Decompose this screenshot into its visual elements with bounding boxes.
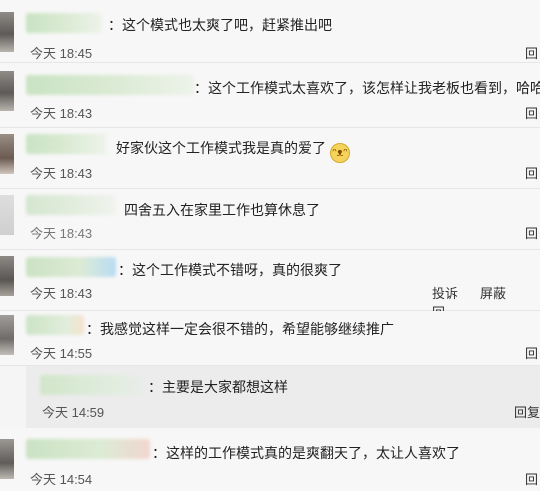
avatar[interactable] xyxy=(0,256,14,296)
sub-reply-item: ：主要是大家都想这样 今天 14:59 回复 xyxy=(26,366,540,428)
reply-button[interactable]: 回 xyxy=(525,469,538,488)
username-blurred[interactable] xyxy=(26,75,194,95)
comment-item: ：我感觉这样一定会很不错的，希望能够继续推广 今天 14:55 回 xyxy=(0,311,540,366)
username-blurred[interactable] xyxy=(26,439,150,459)
comment-text-body: 好家伙这个工作模式我是真的爱了 xyxy=(116,140,326,156)
avatar[interactable] xyxy=(0,12,14,52)
comment-time: 今天 18:43 xyxy=(30,226,93,241)
reply-button[interactable]: 回 xyxy=(525,163,538,182)
comment-time: 今天 18:43 xyxy=(30,106,93,121)
avatar[interactable] xyxy=(0,439,14,479)
comment-text: ：这个模式也太爽了吧，赶紧推出吧 xyxy=(108,17,332,33)
comment-time: 今天 14:55 xyxy=(30,346,93,361)
block-button[interactable]: 屏蔽 xyxy=(480,286,506,301)
comment-text: 好家伙这个工作模式我是真的爱了 ᵔᴥᵔ xyxy=(116,138,350,163)
comment-text: ：这个工作模式不错呀，真的很爽了 xyxy=(118,262,342,278)
username-blurred[interactable] xyxy=(26,195,116,215)
reply-button[interactable]: 回复 xyxy=(514,402,540,421)
avatar[interactable] xyxy=(0,71,14,111)
username-blurred[interactable] xyxy=(26,257,116,277)
comment-item: 好家伙这个工作模式我是真的爱了 ᵔᴥᵔ 今天 18:43 回 xyxy=(0,128,540,189)
comment-time: 今天 14:59 xyxy=(42,405,105,420)
username-blurred[interactable] xyxy=(40,375,150,395)
reply-button[interactable]: 回 xyxy=(525,103,538,122)
comment-item: ：这个工作模式太喜欢了，该怎样让我老板也看到，哈哈 今天 18:43 回 xyxy=(0,63,540,128)
comment-text: ：这个工作模式太喜欢了，该怎样让我老板也看到，哈哈 xyxy=(194,80,540,96)
comment-item: ：这个工作模式不错呀，真的很爽了 今天 18:43 投诉屏蔽回 xyxy=(0,250,540,320)
comment-item: ：这个模式也太爽了吧，赶紧推出吧 今天 18:45 回 xyxy=(0,0,540,63)
comment-text: ：主要是大家都想这样 xyxy=(148,379,288,395)
username-blurred[interactable] xyxy=(26,13,102,33)
reply-button[interactable]: 回 xyxy=(525,43,538,62)
comment-time: 今天 18:45 xyxy=(30,46,93,61)
comment-item: ：这样的工作模式真的是爽翻天了，太让人喜欢了 今天 14:54 回 xyxy=(0,429,540,491)
comment-time: 今天 14:54 xyxy=(30,472,93,487)
avatar[interactable] xyxy=(0,134,14,174)
reply-button[interactable]: 回 xyxy=(525,223,538,242)
comment-text: 四舍五入在家里工作也算休息了 xyxy=(124,202,320,218)
report-button[interactable]: 投诉 xyxy=(432,286,458,301)
comment-time: 今天 18:43 xyxy=(30,166,93,181)
comment-text: ：我感觉这样一定会很不错的，希望能够继续推广 xyxy=(86,321,394,337)
comment-text: ：这样的工作模式真的是爽翻天了，太让人喜欢了 xyxy=(152,445,460,461)
cat-face-icon: ᵔᴥᵔ xyxy=(329,143,350,163)
reply-button[interactable]: 回 xyxy=(525,343,538,362)
comment-time: 今天 18:43 xyxy=(30,286,93,301)
avatar[interactable] xyxy=(0,195,14,235)
username-blurred[interactable] xyxy=(26,315,84,335)
username-blurred[interactable] xyxy=(26,134,106,154)
comment-item: 四舍五入在家里工作也算休息了 今天 18:43 回 xyxy=(0,189,540,250)
avatar[interactable] xyxy=(0,315,14,355)
